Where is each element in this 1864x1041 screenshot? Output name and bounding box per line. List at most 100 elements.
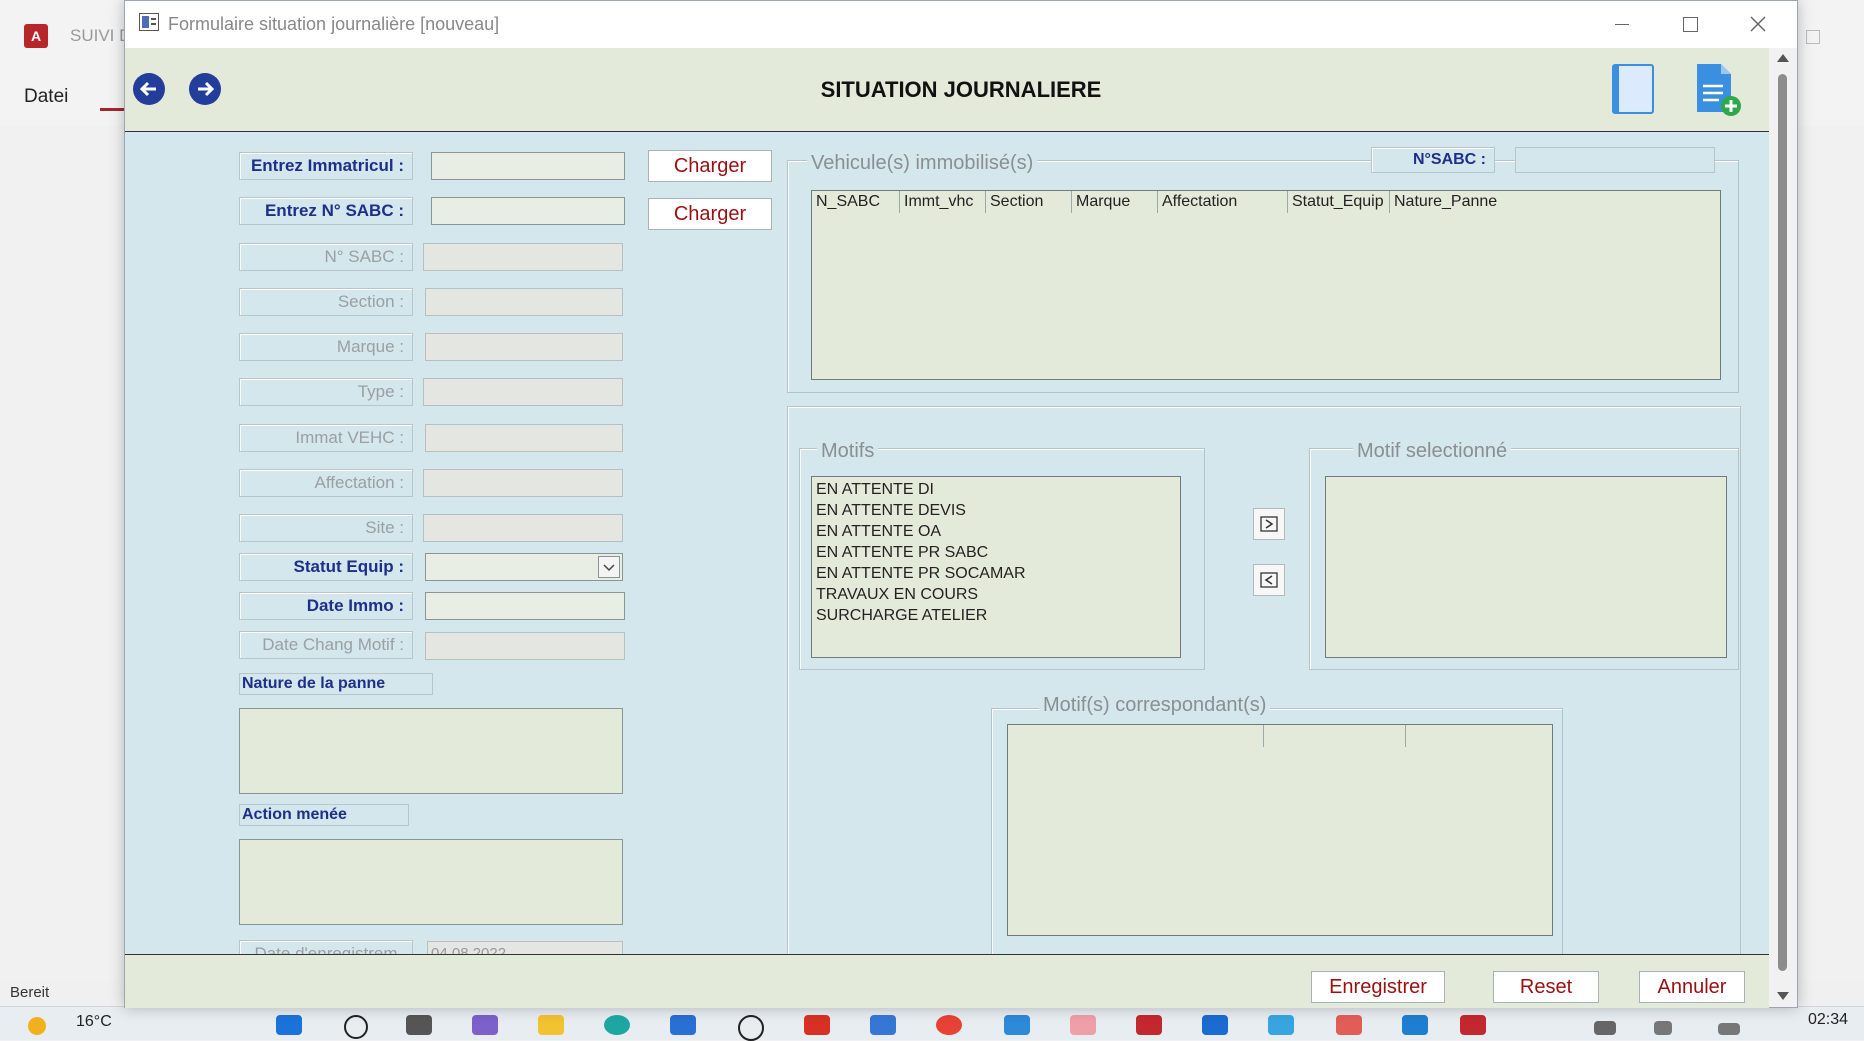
- scroll-thumb[interactable]: [1778, 74, 1787, 971]
- date-enregistrement-field: 04.08.2022: [427, 941, 623, 954]
- gmail-icon[interactable]: [804, 1015, 830, 1035]
- motifs-correspondants-table[interactable]: [1007, 724, 1553, 936]
- nature-panne-textarea[interactable]: [239, 708, 623, 794]
- scroll-down-icon[interactable]: [1777, 992, 1789, 1000]
- label-affectation: Affectation :: [239, 469, 413, 497]
- form-body: Entrez Immatricul : Charger Entrez N° SA…: [125, 132, 1769, 954]
- list-item[interactable]: EN ATTENTE DEVIS: [812, 500, 1180, 521]
- marque-field: [425, 333, 623, 361]
- file-explorer-icon[interactable]: [538, 1015, 564, 1035]
- immatricul-input[interactable]: [431, 152, 625, 180]
- label-nature-panne: Nature de la panne: [239, 673, 433, 695]
- column-header[interactable]: [1406, 725, 1552, 747]
- motifs-listbox[interactable]: EN ATTENTE DI EN ATTENTE DEVIS EN ATTENT…: [811, 476, 1181, 658]
- statut-equip-select[interactable]: [425, 553, 623, 581]
- vscode-icon[interactable]: [1402, 1015, 1428, 1035]
- background-tab-datei[interactable]: Datei: [24, 86, 68, 108]
- filezilla-icon[interactable]: [1136, 1015, 1162, 1035]
- column-header[interactable]: Section: [986, 191, 1072, 213]
- close-icon[interactable]: [1745, 11, 1771, 37]
- background-restore-icon[interactable]: [1806, 30, 1820, 44]
- outlook-icon[interactable]: [1202, 1015, 1228, 1035]
- maximize-icon[interactable]: [1683, 17, 1698, 32]
- label-date-enregistrement-text: Date d'enregistrem: [254, 944, 398, 954]
- column-header[interactable]: Immt_vhc: [900, 191, 986, 213]
- motifs-group-title: Motifs: [817, 440, 879, 463]
- report-icon[interactable]: [1611, 63, 1655, 115]
- label-immat-vehc: Immat VEHC :: [239, 424, 413, 452]
- motifs-correspondants-title: Motif(s) correspondant(s): [1039, 694, 1271, 717]
- motif-selectionne-listbox[interactable]: [1325, 476, 1727, 658]
- calendar-icon[interactable]: [1268, 1015, 1294, 1035]
- column-header[interactable]: Affectation: [1158, 191, 1288, 213]
- sabc-input[interactable]: [431, 197, 625, 225]
- column-header[interactable]: Statut_Equip: [1288, 191, 1390, 213]
- label-marque: Marque :: [239, 333, 413, 361]
- label-date-enregistrement: Date d'enregistrem: [239, 940, 413, 954]
- edge-browser-icon[interactable]: [604, 1015, 630, 1035]
- column-header[interactable]: Nature_Panne: [1390, 191, 1720, 213]
- label-section: Section :: [239, 288, 413, 316]
- network-icon[interactable]: [1654, 1021, 1672, 1035]
- column-header[interactable]: [1008, 725, 1264, 747]
- label-action-menee: Action menée: [239, 804, 409, 826]
- window-titlebar[interactable]: Formulaire situation journalière [nouvea…: [125, 1, 1797, 48]
- start-menu-icon[interactable]: [276, 1015, 302, 1035]
- page-title: SITUATION JOURNALIERE: [820, 77, 1102, 102]
- chat-icon[interactable]: [472, 1015, 498, 1035]
- store-icon[interactable]: [670, 1015, 696, 1035]
- date-chang-motif-field: [425, 632, 625, 660]
- github-icon[interactable]: [738, 1015, 764, 1041]
- list-item[interactable]: EN ATTENTE DI: [812, 479, 1180, 500]
- date-immo-input[interactable]: [425, 592, 625, 620]
- git-icon[interactable]: [1336, 1015, 1362, 1035]
- new-record-icon[interactable]: [1693, 62, 1743, 118]
- window-title: Formulaire situation journalière [nouvea…: [168, 14, 500, 34]
- vehicules-table[interactable]: N_SABC Immt_vhc Section Marque Affectati…: [811, 190, 1721, 380]
- acrobat-icon[interactable]: [1070, 1015, 1096, 1035]
- weather-temperature[interactable]: 16°C: [76, 1013, 112, 1031]
- clock-time[interactable]: 02:34: [1808, 1011, 1848, 1029]
- charger-immatricul-button[interactable]: Charger: [648, 150, 772, 182]
- search-icon[interactable]: [344, 1015, 368, 1039]
- affectation-field: [423, 469, 623, 497]
- column-header[interactable]: Marque: [1072, 191, 1158, 213]
- reset-button[interactable]: Reset: [1493, 971, 1599, 1003]
- list-item[interactable]: TRAVAUX EN COURS: [812, 584, 1180, 605]
- app-icon[interactable]: [870, 1015, 896, 1035]
- label-date-immo: Date Immo :: [239, 592, 413, 620]
- keyboard-icon[interactable]: [1594, 1021, 1616, 1035]
- immat-vehc-field: [425, 424, 623, 452]
- list-item[interactable]: SURCHARGE ATELIER: [812, 605, 1180, 626]
- form-icon: [139, 13, 159, 31]
- action-menee-textarea[interactable]: [239, 839, 623, 925]
- battery-icon[interactable]: [1718, 1023, 1740, 1035]
- move-left-icon[interactable]: [1253, 564, 1285, 596]
- task-view-icon[interactable]: [406, 1015, 432, 1035]
- vertical-scrollbar[interactable]: [1769, 48, 1797, 1007]
- cancel-button[interactable]: Annuler: [1639, 971, 1745, 1003]
- save-button[interactable]: Enregistrer: [1311, 971, 1445, 1003]
- label-site: Site :: [239, 514, 413, 542]
- n-sabc-filter-input[interactable]: [1515, 147, 1715, 173]
- list-item[interactable]: EN ATTENTE PR SABC: [812, 542, 1180, 563]
- list-item[interactable]: EN ATTENTE OA: [812, 521, 1180, 542]
- charger-sabc-button[interactable]: Charger: [648, 198, 772, 230]
- access-taskbar-icon[interactable]: [1460, 1015, 1486, 1035]
- section-field: [425, 288, 623, 316]
- chrome-icon[interactable]: [936, 1015, 962, 1035]
- form-header: SITUATION JOURNALIERE: [125, 48, 1769, 132]
- column-header[interactable]: [1264, 725, 1406, 747]
- form-footer: Enregistrer Reset Annuler: [125, 954, 1769, 1008]
- label-entrez-sabc: Entrez N° SABC :: [239, 197, 413, 225]
- status-text: Bereit: [10, 984, 50, 1001]
- list-item[interactable]: EN ATTENTE PR SOCAMAR: [812, 563, 1180, 584]
- chevron-down-icon[interactable]: [598, 556, 620, 578]
- move-right-icon[interactable]: [1253, 508, 1285, 540]
- background-tab-underline: [100, 108, 124, 111]
- vpn-icon[interactable]: [1004, 1015, 1030, 1035]
- scroll-up-icon[interactable]: [1777, 54, 1789, 62]
- weather-icon[interactable]: [28, 1017, 46, 1035]
- minimize-icon[interactable]: [1615, 24, 1629, 25]
- column-header[interactable]: N_SABC: [812, 191, 900, 213]
